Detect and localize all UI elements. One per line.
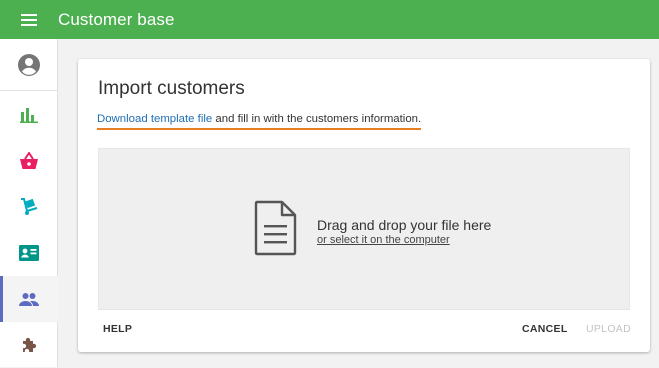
sidebar-item-shipping[interactable]	[0, 184, 58, 230]
hamburger-menu-icon	[21, 13, 37, 26]
file-dropzone[interactable]: Drag and drop your file here or select i…	[98, 148, 630, 310]
download-template-link[interactable]: Download template file	[97, 113, 212, 125]
sidebar	[0, 39, 58, 367]
app-bar: Customer base	[0, 0, 659, 39]
sidebar-item-customers[interactable]	[0, 276, 58, 322]
instructions-rest: and fill in with the customers informati…	[212, 113, 422, 125]
sidebar-item-contacts[interactable]	[0, 230, 58, 276]
menu-button[interactable]	[0, 0, 58, 39]
account-circle-icon	[18, 53, 40, 76]
contact-card-icon	[19, 245, 39, 261]
dolly-icon	[21, 198, 38, 215]
people-icon	[19, 293, 39, 306]
import-customers-dialog: Import customers Download template file …	[78, 59, 650, 352]
app-title: Customer base	[58, 9, 175, 29]
instructions-text: Download template file and fill in with …	[97, 113, 422, 130]
sidebar-item-extensions[interactable]	[0, 322, 58, 368]
document-icon	[254, 200, 297, 256]
cancel-button[interactable]: CANCEL	[522, 323, 568, 335]
puzzle-icon	[23, 337, 37, 352]
sidebar-item-reports[interactable]	[0, 92, 58, 138]
bar-chart-icon	[20, 108, 38, 123]
help-button[interactable]: HELP	[103, 323, 132, 335]
shopping-basket-icon	[20, 152, 38, 169]
sidebar-item-account[interactable]	[0, 39, 58, 91]
select-file-link[interactable]: or select it on the computer	[317, 234, 491, 246]
dropzone-text: Drag and drop your file here or select i…	[317, 217, 491, 246]
dialog-title: Import customers	[98, 78, 245, 99]
sidebar-item-orders[interactable]	[0, 138, 58, 184]
upload-button[interactable]: UPLOAD	[586, 323, 631, 335]
dropzone-main-text: Drag and drop your file here	[317, 217, 492, 233]
dialog-actions: HELP CANCEL UPLOAD	[78, 323, 650, 339]
